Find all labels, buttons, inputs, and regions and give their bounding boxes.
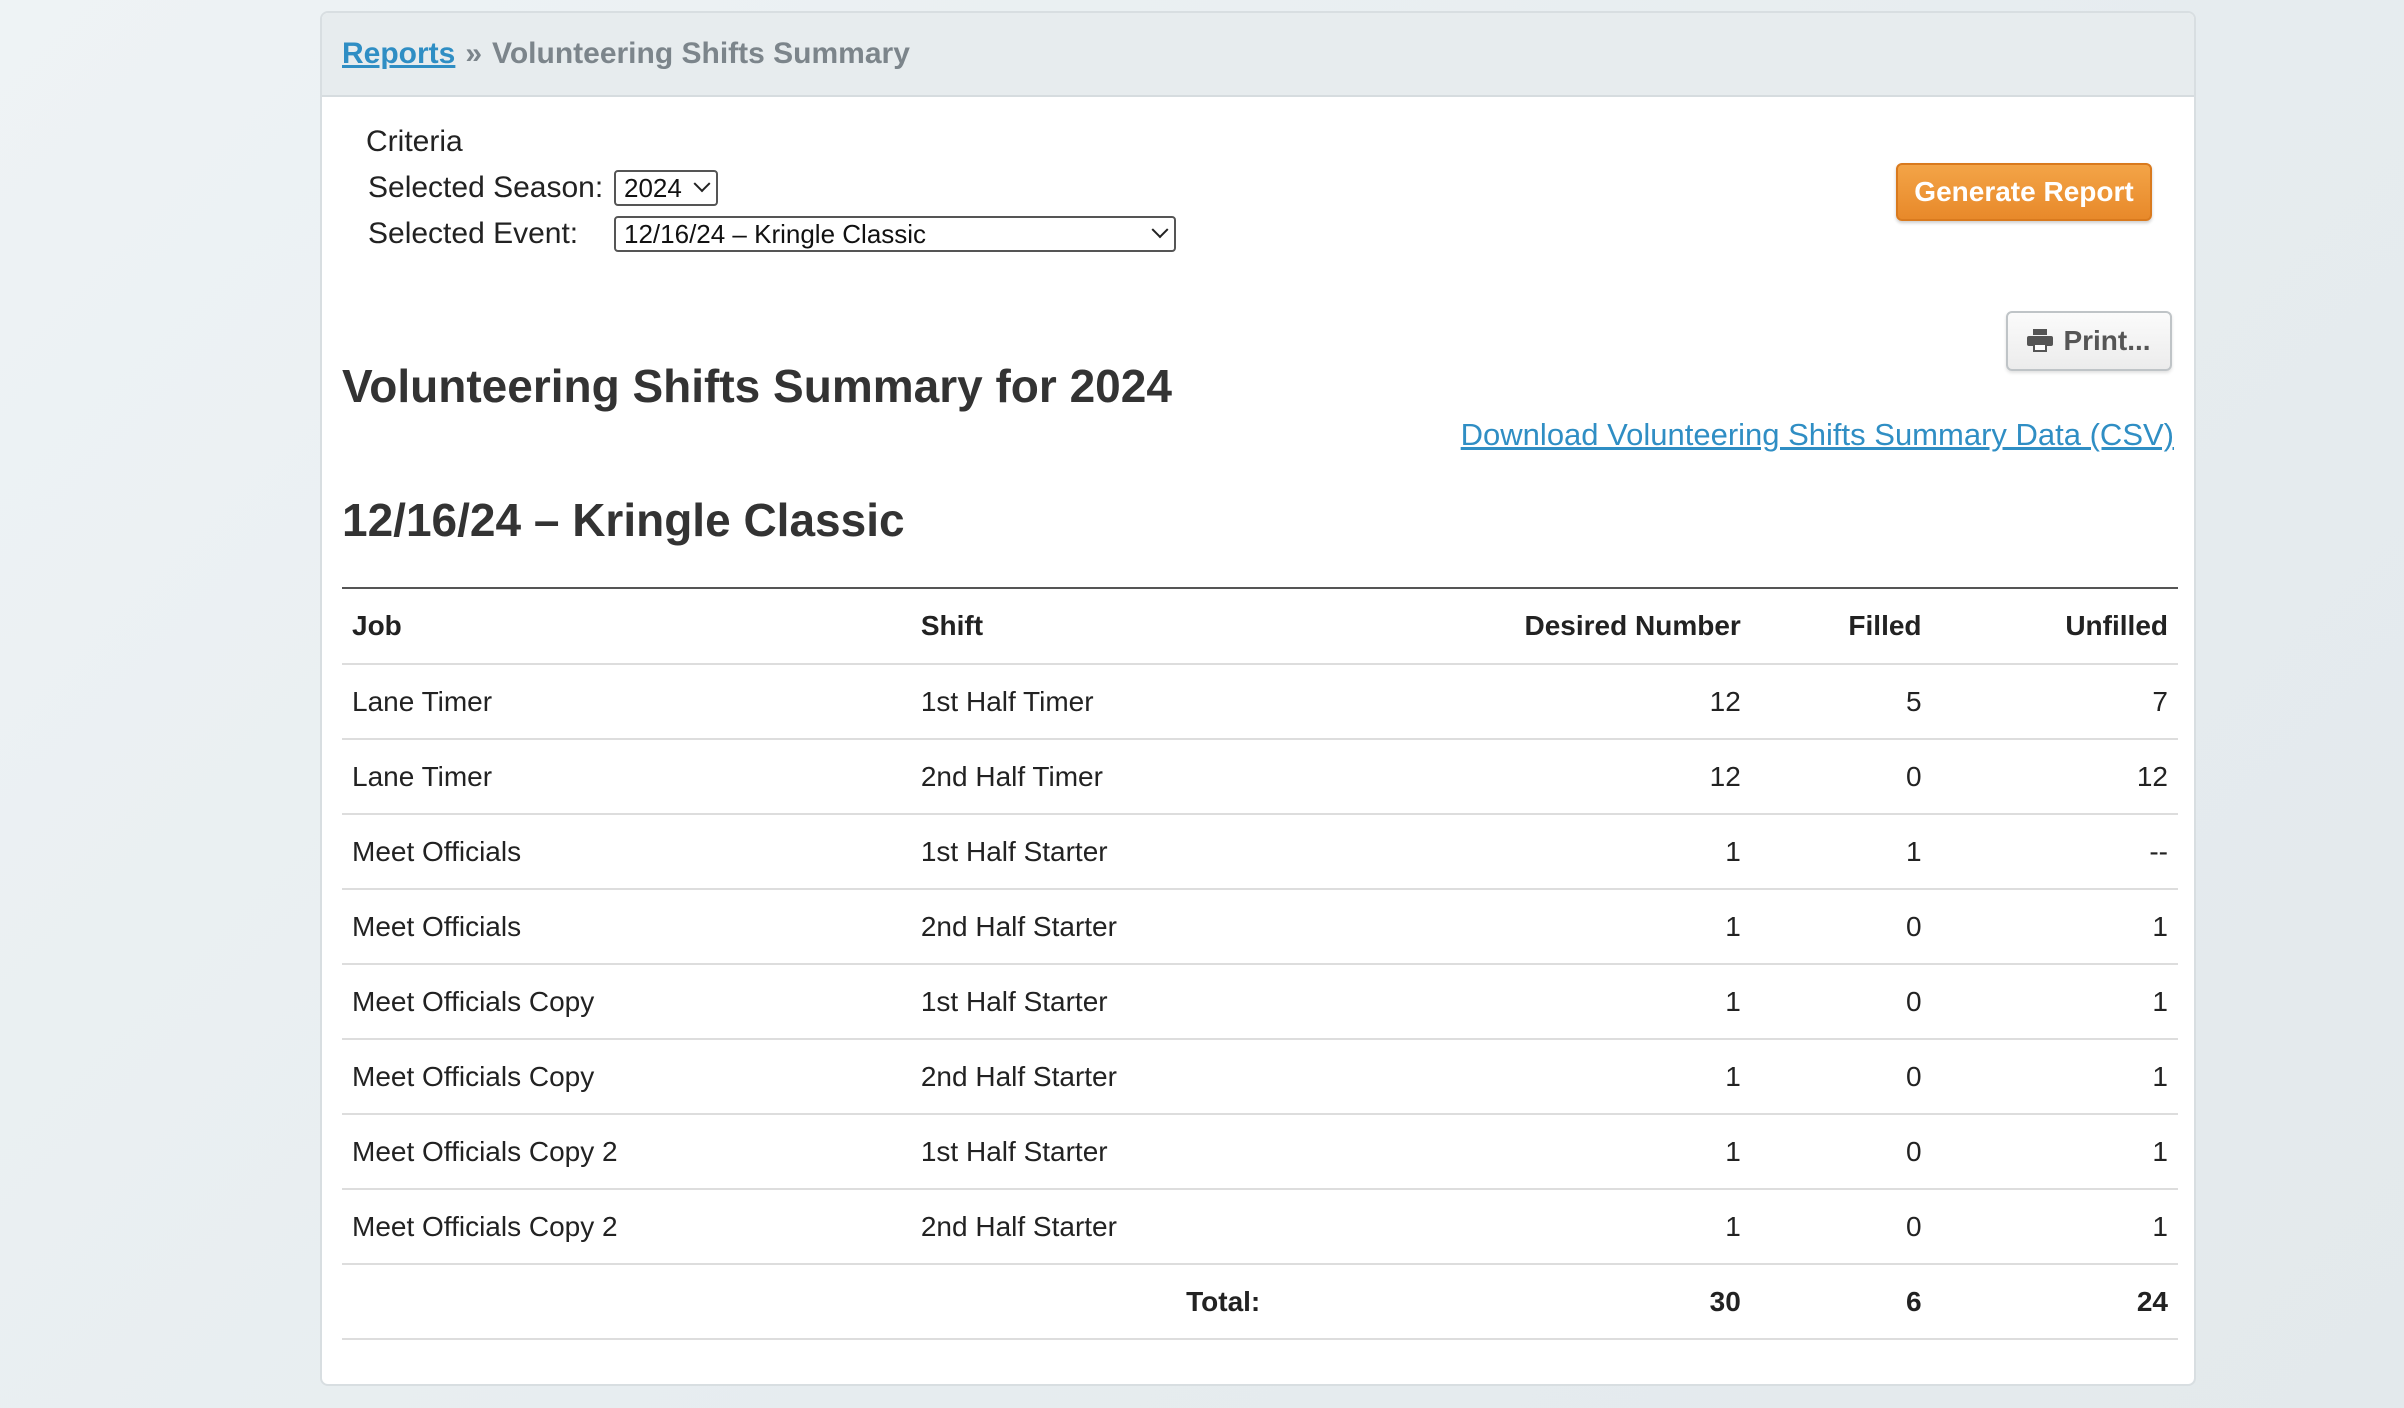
season-row: Selected Season: 2024 <box>366 165 1176 211</box>
cell-filled: 1 <box>1750 814 1932 890</box>
cell-filled: 5 <box>1750 664 1932 740</box>
table-row: Meet Officials Copy 2 1st Half Starter 1… <box>342 1114 2178 1190</box>
cell-job: Meet Officials <box>342 889 911 965</box>
print-button[interactable]: Print... <box>2006 311 2172 371</box>
table-row: Meet Officials Copy 2nd Half Starter 1 0… <box>342 1039 2178 1115</box>
cell-desired: 1 <box>1270 889 1751 965</box>
season-select-value: 2024 <box>624 172 682 203</box>
event-label: Selected Event: <box>368 217 579 250</box>
criteria-title: Criteria <box>366 125 463 158</box>
cell-filled: 0 <box>1750 1039 1932 1115</box>
cell-unfilled: 1 <box>1931 1114 2178 1190</box>
header-desired-number: Desired Number <box>1270 587 1751 665</box>
table-row: Meet Officials 2nd Half Starter 1 0 1 <box>342 889 2178 965</box>
header-job: Job <box>342 587 911 665</box>
table-row: Meet Officials 1st Half Starter 1 1 -- <box>342 814 2178 890</box>
cell-shift: 2nd Half Starter <box>910 889 1271 965</box>
cell-unfilled: 1 <box>1931 1189 2178 1265</box>
cell-shift: 1st Half Starter <box>910 1114 1271 1190</box>
cell-job: Meet Officials Copy <box>342 964 911 1040</box>
table-header-row: Job Shift Desired Number Filled Unfilled <box>342 587 2178 665</box>
cell-desired: 1 <box>1270 1189 1751 1265</box>
table-row: Meet Officials Copy 1st Half Starter 1 0… <box>342 964 2178 1040</box>
report-panel: Reports » Volunteering Shifts Summary Cr… <box>320 11 2196 1386</box>
cell-unfilled: 1 <box>1931 964 2178 1040</box>
header-unfilled: Unfilled <box>1931 587 2178 665</box>
event-select-value: 12/16/24 – Kringle Classic <box>624 218 927 249</box>
generate-report-button[interactable]: Generate Report <box>1896 163 2152 221</box>
breadcrumb-separator: » <box>465 37 483 70</box>
table-row: Meet Officials Copy 2 2nd Half Starter 1… <box>342 1189 2178 1265</box>
cell-shift: 1st Half Starter <box>910 964 1271 1040</box>
total-desired: 30 <box>1270 1264 1751 1340</box>
criteria-section: Criteria Selected Season: 2024 Selected … <box>366 125 1176 257</box>
cell-unfilled: 1 <box>1931 1039 2178 1115</box>
cell-shift: 1st Half Timer <box>910 664 1271 740</box>
season-label: Selected Season: <box>368 171 604 204</box>
cell-filled: 0 <box>1750 964 1932 1040</box>
cell-shift: 2nd Half Starter <box>910 1039 1271 1115</box>
breadcrumb: Reports » Volunteering Shifts Summary <box>322 13 2194 97</box>
cell-job: Meet Officials Copy <box>342 1039 911 1115</box>
table-row: Lane Timer 1st Half Timer 12 5 7 <box>342 664 2178 740</box>
cell-job: Meet Officials Copy 2 <box>342 1114 911 1190</box>
cell-filled: 0 <box>1750 1189 1932 1265</box>
table-row: Lane Timer 2nd Half Timer 12 0 12 <box>342 739 2178 815</box>
cell-desired: 12 <box>1270 739 1751 815</box>
event-title: 12/16/24 – Kringle Classic <box>342 494 905 546</box>
cell-filled: 0 <box>1750 1114 1932 1190</box>
total-label: Total: <box>342 1264 1271 1340</box>
cell-desired: 1 <box>1270 1039 1751 1115</box>
chevron-down-icon <box>1151 221 1169 239</box>
print-button-label: Print... <box>2063 325 2151 356</box>
printer-icon <box>2027 329 2054 353</box>
breadcrumb-reports-link[interactable]: Reports <box>342 37 455 71</box>
cell-unfilled: 7 <box>1931 664 2178 740</box>
cell-shift: 1st Half Starter <box>910 814 1271 890</box>
report-title: Volunteering Shifts Summary for 2024 <box>342 360 1172 412</box>
cell-unfilled: 12 <box>1931 739 2178 815</box>
cell-desired: 1 <box>1270 814 1751 890</box>
event-row: Selected Event: 12/16/24 – Kringle Class… <box>366 211 1176 257</box>
cell-job: Meet Officials <box>342 814 911 890</box>
cell-shift: 2nd Half Timer <box>910 739 1271 815</box>
cell-job: Lane Timer <box>342 739 911 815</box>
header-shift: Shift <box>910 587 1271 665</box>
cell-desired: 1 <box>1270 1114 1751 1190</box>
cell-filled: 0 <box>1750 739 1932 815</box>
event-select[interactable]: 12/16/24 – Kringle Classic <box>614 216 1176 252</box>
cell-shift: 2nd Half Starter <box>910 1189 1271 1265</box>
cell-unfilled: -- <box>1931 814 2178 890</box>
breadcrumb-current: Volunteering Shifts Summary <box>492 37 910 70</box>
total-filled: 6 <box>1750 1264 1932 1340</box>
cell-job: Meet Officials Copy 2 <box>342 1189 911 1265</box>
cell-job: Lane Timer <box>342 664 911 740</box>
cell-filled: 0 <box>1750 889 1932 965</box>
season-select[interactable]: 2024 <box>614 170 718 206</box>
header-filled: Filled <box>1750 587 1932 665</box>
download-csv-link[interactable]: Download Volunteering Shifts Summary Dat… <box>1461 417 2174 453</box>
cell-desired: 1 <box>1270 964 1751 1040</box>
chevron-down-icon <box>693 175 711 193</box>
total-unfilled: 24 <box>1931 1264 2178 1340</box>
table-total-row: Total: 30 6 24 <box>342 1264 2178 1340</box>
cell-unfilled: 1 <box>1931 889 2178 965</box>
shifts-summary-table: Job Shift Desired Number Filled Unfilled… <box>342 587 2178 1340</box>
cell-desired: 12 <box>1270 664 1751 740</box>
